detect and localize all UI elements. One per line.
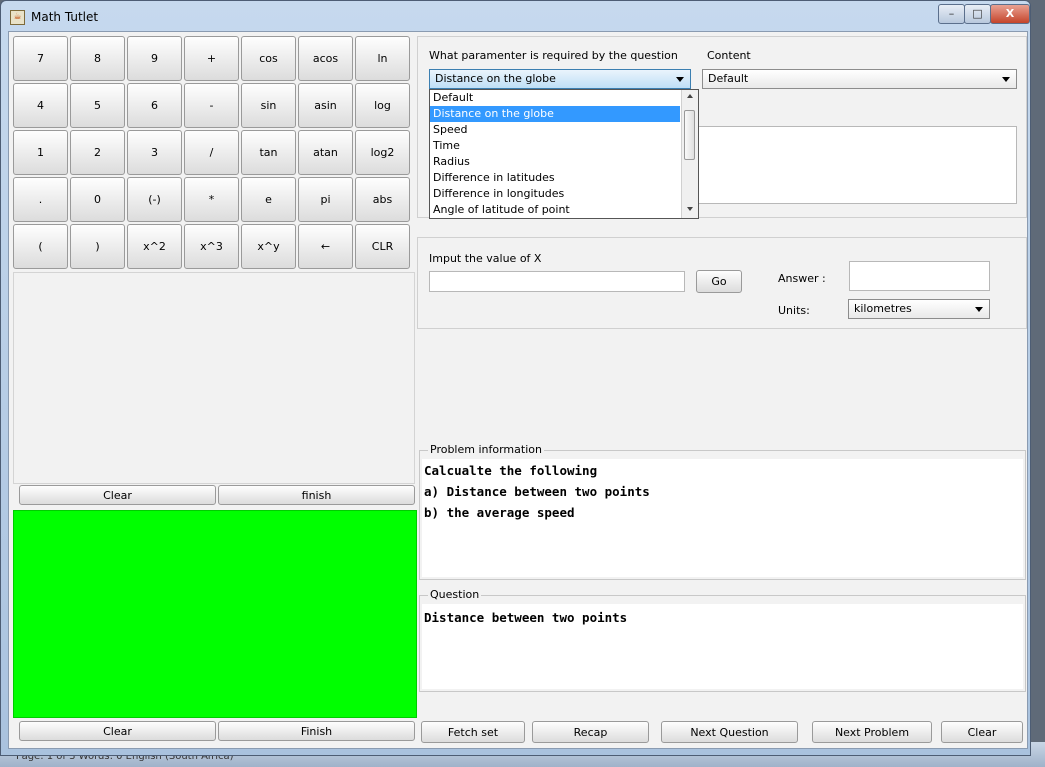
calc-key[interactable]: 6 bbox=[127, 83, 182, 128]
calc-key[interactable]: * bbox=[184, 177, 239, 222]
scroll-down-icon[interactable] bbox=[687, 207, 693, 211]
workspace-finish-button[interactable]: Finish bbox=[218, 721, 415, 741]
problem-line: b) the average speed bbox=[424, 505, 575, 520]
calc-key[interactable]: - bbox=[184, 83, 239, 128]
calc-key[interactable]: ) bbox=[70, 224, 125, 269]
units-combobox[interactable]: kilometres bbox=[848, 299, 990, 319]
calc-finish-button[interactable]: finish bbox=[218, 485, 415, 505]
next-question-button[interactable]: Next Question bbox=[661, 721, 798, 743]
question-title: Question bbox=[428, 588, 482, 601]
dropdown-option[interactable]: Time bbox=[430, 138, 680, 154]
answer-label: Answer : bbox=[778, 272, 826, 285]
problem-info-text[interactable]: Calcualte the following a) Distance betw… bbox=[422, 459, 1023, 577]
dropdown-option[interactable]: Radius bbox=[430, 154, 680, 170]
calc-key[interactable]: 3 bbox=[127, 130, 182, 175]
workspace-clear-button[interactable]: Clear bbox=[19, 721, 216, 741]
dropdown-option[interactable]: Speed bbox=[430, 122, 680, 138]
go-button[interactable]: Go bbox=[696, 270, 742, 293]
scroll-up-icon[interactable] bbox=[687, 94, 693, 98]
calc-clear-button[interactable]: Clear bbox=[19, 485, 216, 505]
calc-key[interactable]: (-) bbox=[127, 177, 182, 222]
content-combobox[interactable]: Default bbox=[702, 69, 1017, 89]
units-label: Units: bbox=[778, 304, 810, 317]
problem-info-title: Problem information bbox=[428, 443, 544, 456]
calc-key[interactable]: ( bbox=[13, 224, 68, 269]
content-label: Content bbox=[707, 49, 751, 62]
calc-key[interactable]: 0 bbox=[70, 177, 125, 222]
input-label: Imput the value of X bbox=[429, 252, 542, 265]
calc-key[interactable]: x^y bbox=[241, 224, 296, 269]
content-textarea[interactable] bbox=[689, 126, 1017, 204]
problem-info-group: Problem information Calcualte the follow… bbox=[419, 443, 1026, 580]
recap-button[interactable]: Recap bbox=[532, 721, 649, 743]
calc-key[interactable]: 4 bbox=[13, 83, 68, 128]
x-value-input[interactable] bbox=[429, 271, 685, 292]
dropdown-option[interactable]: Angle of latitude of point bbox=[430, 202, 680, 218]
calculator-keypad: 7 8 9 + cos acos ln 4 5 6- sin asin log 1 2 3/tan atan lo… bbox=[13, 36, 415, 272]
minimize-button[interactable]: – bbox=[938, 4, 965, 24]
close-button[interactable]: X bbox=[990, 4, 1030, 24]
dropdown-option[interactable]: Difference in longitudes bbox=[430, 186, 680, 202]
dropdown-option[interactable]: Distance on the globe bbox=[430, 106, 680, 122]
calculator-display[interactable] bbox=[13, 272, 415, 484]
dropdown-option[interactable]: Default bbox=[430, 90, 680, 106]
drawing-workspace[interactable] bbox=[13, 510, 417, 718]
calc-key[interactable]: 2 bbox=[70, 130, 125, 175]
dropdown-scrollbar[interactable] bbox=[681, 90, 698, 218]
maximize-button[interactable]: □ bbox=[964, 4, 991, 24]
parameter-combobox[interactable]: Distance on the globe bbox=[429, 69, 691, 89]
calc-key[interactable]: 1 bbox=[13, 130, 68, 175]
app-window: ☕ Math Tutlet – □ X 7 8 9 + cos acos ln 4 5 6- sin… bbox=[0, 0, 1031, 756]
parameter-selected: Distance on the globe bbox=[435, 72, 556, 85]
calc-key[interactable]: . bbox=[13, 177, 68, 222]
calc-key[interactable]: 9 bbox=[127, 36, 182, 81]
calc-key[interactable]: ln bbox=[355, 36, 410, 81]
calc-key[interactable]: sin bbox=[241, 83, 296, 128]
answer-field[interactable] bbox=[849, 261, 990, 291]
calc-key[interactable]: tan bbox=[241, 130, 296, 175]
calc-key[interactable]: 7 bbox=[13, 36, 68, 81]
calc-key[interactable]: 5 bbox=[70, 83, 125, 128]
calc-key[interactable]: CLR bbox=[355, 224, 410, 269]
calc-key[interactable]: x^3 bbox=[184, 224, 239, 269]
calc-key[interactable]: x^2 bbox=[127, 224, 182, 269]
java-app-icon: ☕ bbox=[10, 10, 25, 25]
calc-key[interactable]: ← bbox=[298, 224, 353, 269]
question-line: Distance between two points bbox=[424, 610, 628, 625]
chevron-down-icon bbox=[676, 77, 684, 82]
calc-key[interactable]: e bbox=[241, 177, 296, 222]
units-selected: kilometres bbox=[854, 302, 912, 315]
calc-key[interactable]: log bbox=[355, 83, 410, 128]
dropdown-option[interactable]: Difference in latitudes bbox=[430, 170, 680, 186]
calc-key[interactable]: asin bbox=[298, 83, 353, 128]
fetch-set-button[interactable]: Fetch set bbox=[421, 721, 525, 743]
title-bar[interactable]: ☕ Math Tutlet – □ X bbox=[1, 1, 1030, 31]
calc-key[interactable]: 8 bbox=[70, 36, 125, 81]
problem-line: Calcualte the following bbox=[424, 463, 598, 478]
calc-key[interactable]: pi bbox=[298, 177, 353, 222]
calc-key[interactable]: / bbox=[184, 130, 239, 175]
clear-all-button[interactable]: Clear bbox=[941, 721, 1023, 743]
problem-line: a) Distance between two points bbox=[424, 484, 650, 499]
parameter-dropdown-list[interactable]: Default Distance on the globe Speed Time Rad… bbox=[429, 89, 699, 219]
calc-key[interactable]: cos bbox=[241, 36, 296, 81]
content-selected: Default bbox=[708, 72, 749, 85]
chevron-down-icon bbox=[975, 307, 983, 312]
next-problem-button[interactable]: Next Problem bbox=[812, 721, 932, 743]
calc-key[interactable]: + bbox=[184, 36, 239, 81]
parameter-label: What paramenter is required by the quest… bbox=[429, 49, 678, 62]
calc-key[interactable]: abs bbox=[355, 177, 410, 222]
scroll-thumb[interactable] bbox=[684, 110, 695, 160]
calc-key[interactable]: acos bbox=[298, 36, 353, 81]
question-group: Question Distance between two points bbox=[419, 588, 1026, 692]
chevron-down-icon bbox=[1002, 77, 1010, 82]
calc-key[interactable]: atan bbox=[298, 130, 353, 175]
calc-key[interactable]: log2 bbox=[355, 130, 410, 175]
window-title: Math Tutlet bbox=[31, 10, 99, 24]
question-text[interactable]: Distance between two points bbox=[422, 604, 1023, 689]
